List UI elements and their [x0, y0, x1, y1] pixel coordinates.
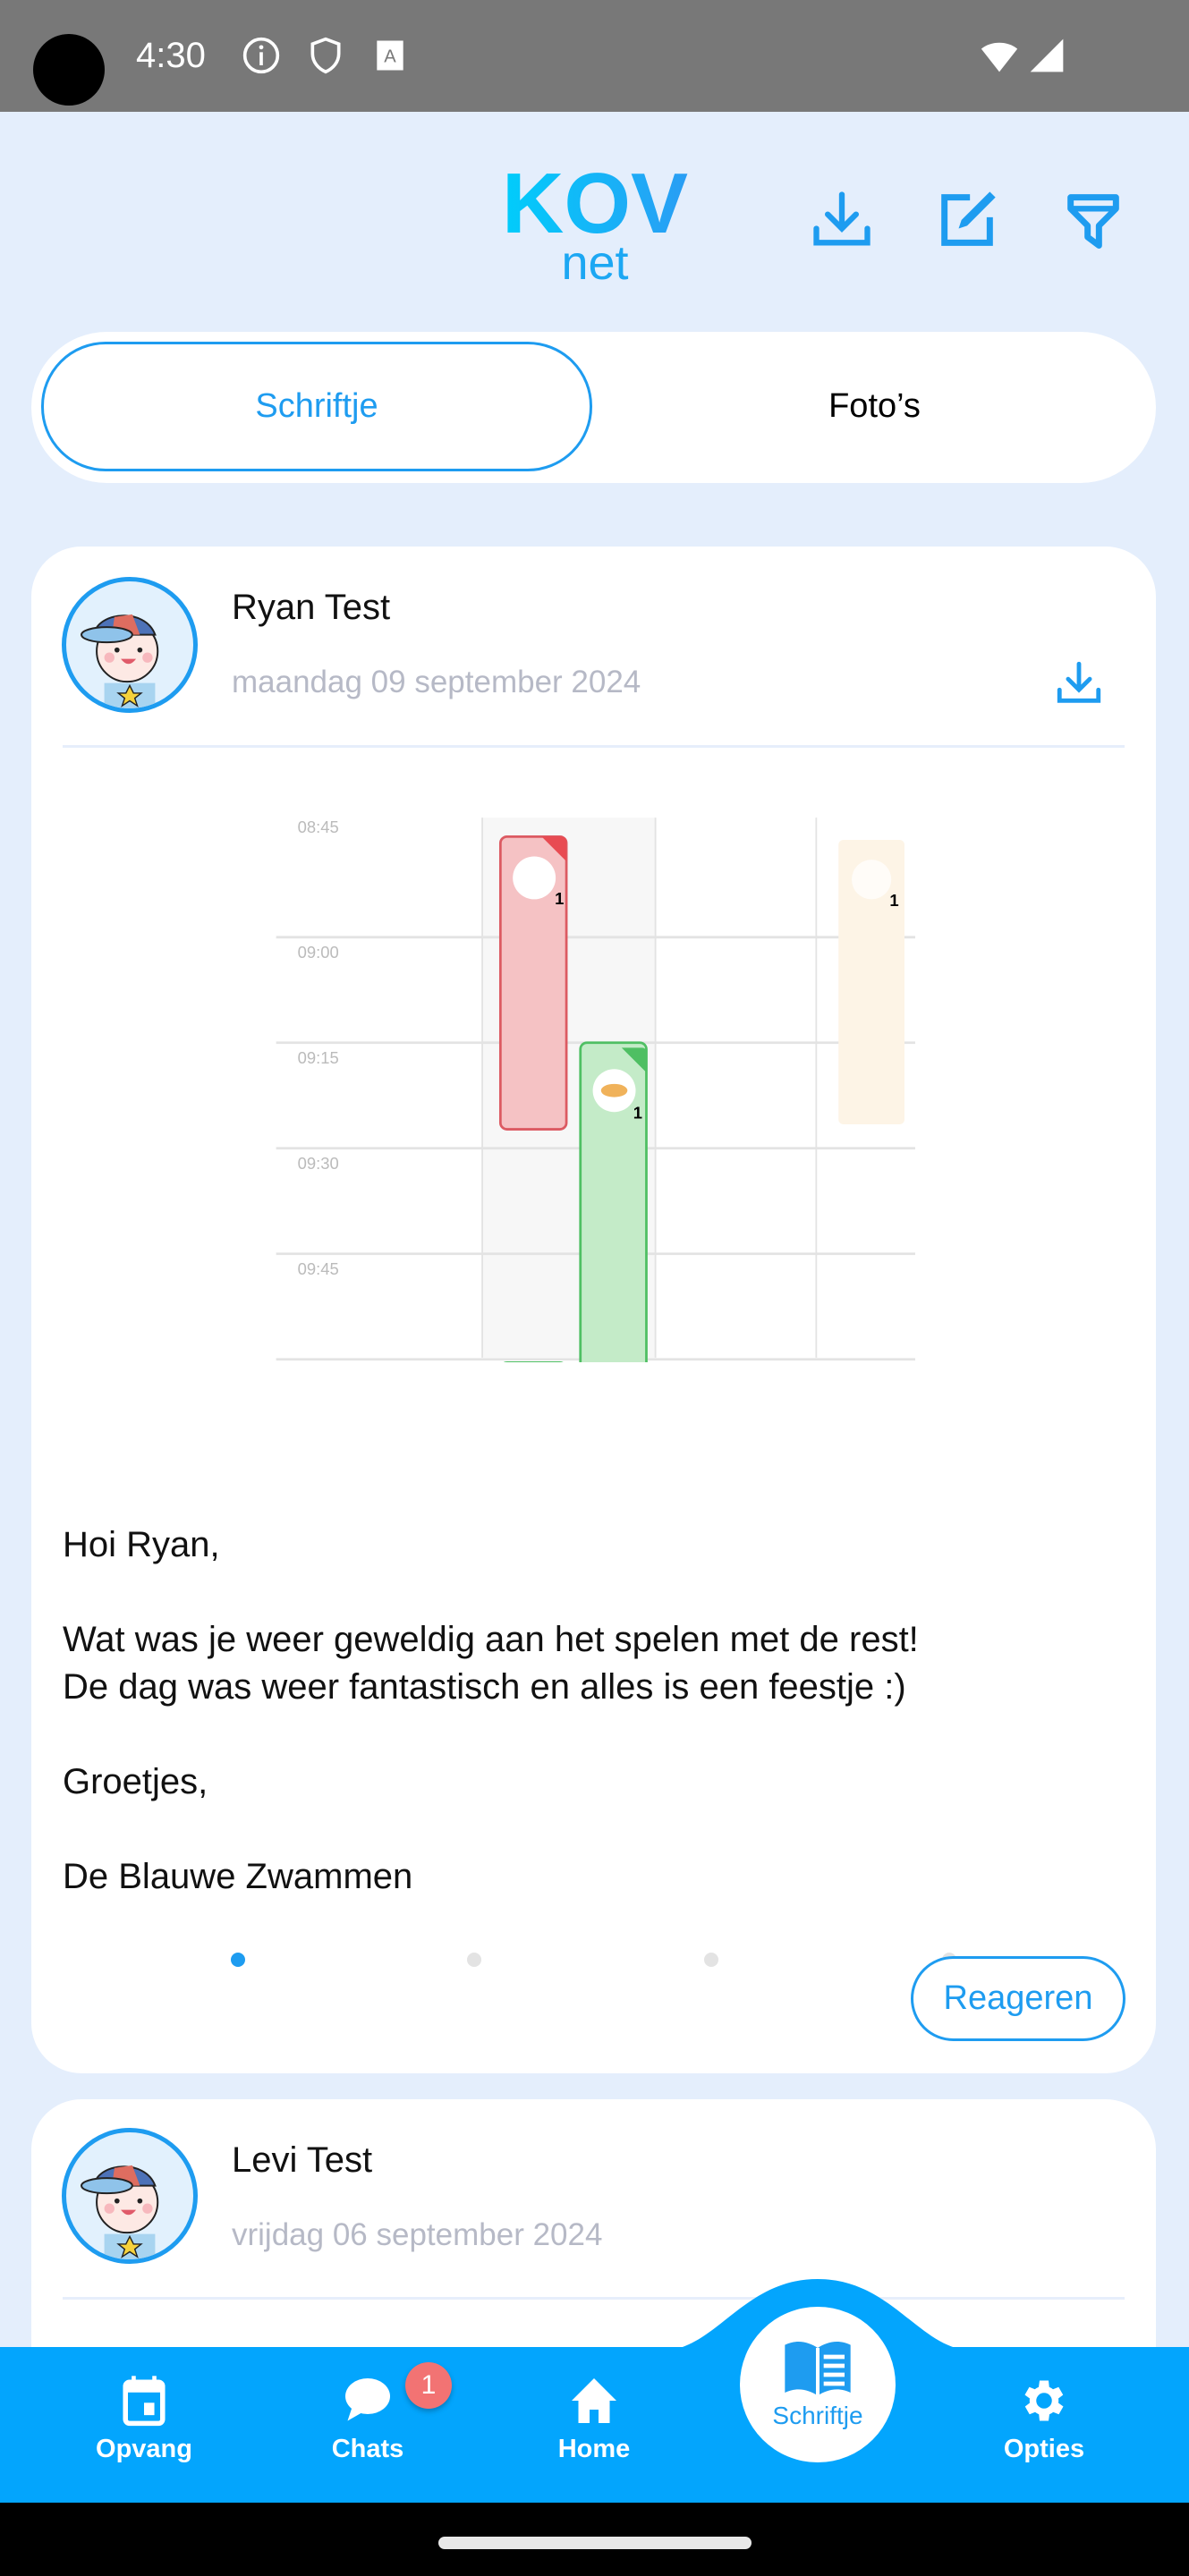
post-message: Hoi Ryan, Wat was je weer geweldig aan h… — [63, 1525, 919, 1896]
nav-label: Chats — [331, 2435, 404, 2463]
svg-text:1: 1 — [889, 891, 898, 910]
calendar-icon — [123, 2376, 166, 2427]
gear-icon — [1024, 2380, 1064, 2421]
reply-button[interactable]: Reageren — [911, 1956, 1125, 2041]
svg-text:1: 1 — [555, 889, 564, 908]
avatar — [62, 2128, 198, 2264]
wifi-icon — [981, 42, 1018, 72]
segmented-tabs: Schriftje Foto’s — [31, 332, 1156, 483]
svg-text:net: net — [561, 236, 628, 286]
post-author: Levi Test — [232, 2140, 373, 2180]
book-icon — [785, 2342, 851, 2396]
nav-home[interactable]: Home — [505, 2361, 684, 2487]
chats-unread-badge: 1 — [405, 2362, 452, 2409]
divider — [63, 745, 1125, 748]
post-card: Ryan Test maandag 09 september 2024 08:4… — [31, 547, 1156, 2073]
carousel-dot[interactable] — [467, 1953, 481, 1967]
nav-label: Opvang — [96, 2435, 192, 2463]
svg-text:1: 1 — [633, 1104, 642, 1123]
nav-opvang[interactable]: Opvang — [55, 2361, 234, 2487]
status-time: 4:30 — [136, 36, 206, 75]
time-label: 09:30 — [298, 1154, 339, 1173]
filter-icon[interactable] — [1059, 186, 1127, 254]
nav-label: Home — [557, 2435, 631, 2463]
shield-icon — [310, 37, 341, 74]
nav-schriftje[interactable]: Schriftje — [740, 2307, 896, 2462]
kov-net-logo: KOV net — [502, 161, 688, 286]
download-icon[interactable] — [1053, 657, 1105, 709]
time-label: 08:45 — [298, 818, 339, 836]
nav-label: Schriftje — [772, 2402, 863, 2429]
font-icon: A — [377, 40, 403, 71]
nav-label: Opties — [1003, 2435, 1085, 2463]
chat-icon — [345, 2378, 390, 2421]
tab-schriftje[interactable]: Schriftje — [41, 342, 592, 471]
home-gesture-handle[interactable] — [438, 2537, 752, 2549]
post-author: Ryan Test — [232, 588, 391, 627]
nav-opties[interactable]: Opties — [955, 2361, 1134, 2487]
info-icon — [242, 37, 280, 74]
signal-icon — [1030, 38, 1064, 72]
camera-cutout — [33, 34, 105, 106]
tab-fotos[interactable]: Foto’s — [604, 342, 1145, 471]
schedule-image[interactable]: 08:4509:0009:1509:3009:4510:00 1 1 2 1 — [251, 792, 936, 1362]
edit-icon[interactable] — [933, 186, 1001, 254]
child-avatar-icon — [81, 614, 159, 708]
post-date: maandag 09 september 2024 — [232, 665, 641, 699]
svg-text:A: A — [384, 47, 396, 66]
home-icon — [572, 2378, 616, 2423]
time-label: 09:00 — [298, 943, 339, 962]
post-date: vrijdag 06 september 2024 — [232, 2217, 603, 2252]
download-icon[interactable] — [808, 186, 876, 254]
time-label: 09:15 — [298, 1048, 339, 1067]
status-bar: 4:30 A — [0, 0, 1189, 112]
time-label: 09:45 — [298, 1259, 339, 1278]
carousel-dot[interactable] — [704, 1953, 718, 1967]
child-avatar-icon — [81, 2165, 159, 2259]
avatar — [62, 577, 198, 713]
carousel-dot-active[interactable] — [231, 1953, 245, 1967]
